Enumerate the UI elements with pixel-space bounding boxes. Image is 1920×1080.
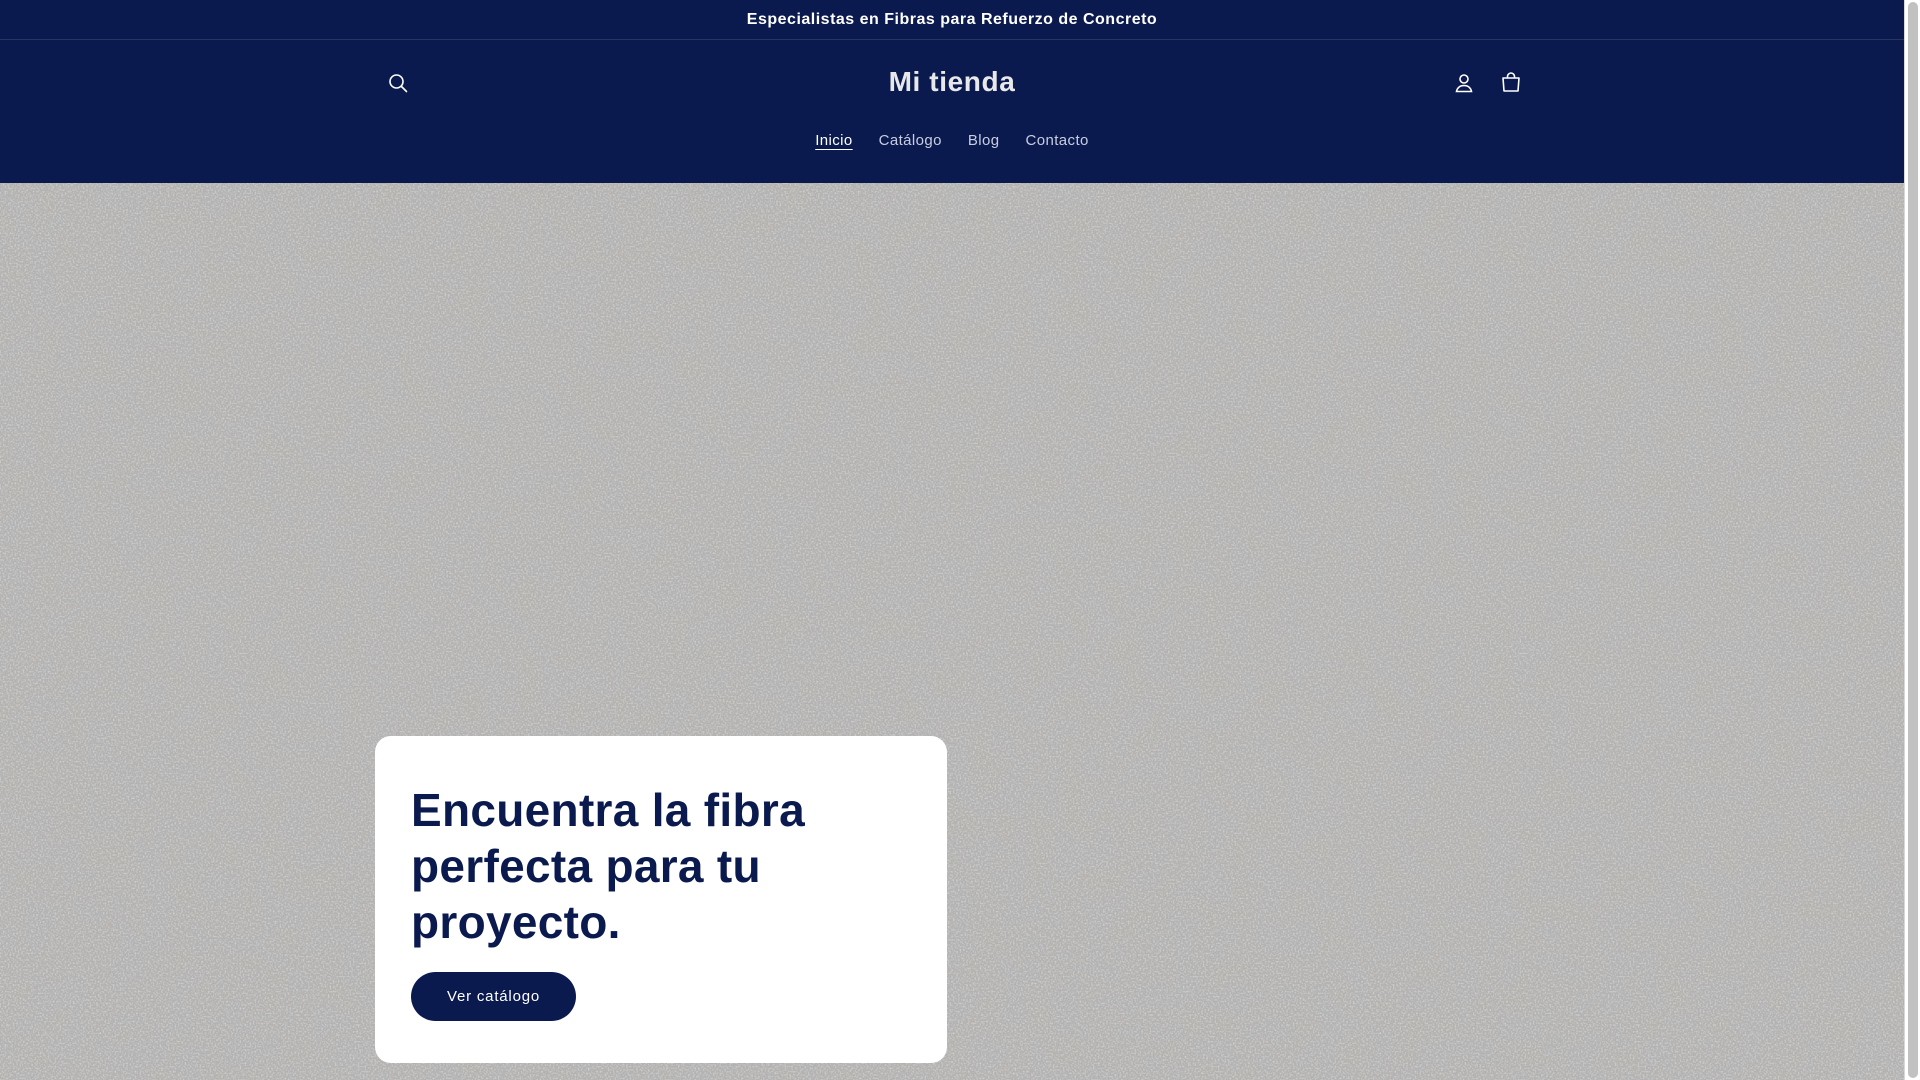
- nav-link-catalogo[interactable]: Catálogo: [879, 128, 942, 153]
- hero-banner: Encuentra la fibra perfecta para tu proy…: [0, 183, 1904, 1080]
- hero-title: Encuentra la fibra perfecta para tu proy…: [411, 784, 805, 948]
- announcement-text: Especialistas en Fibras para Refuerzo de…: [746, 10, 1158, 28]
- nav-link-contacto[interactable]: Contacto: [1026, 128, 1089, 153]
- page-scrollbar[interactable]: [1904, 0, 1920, 1080]
- site-header: Mi tienda Inicio Catálogo Blog Contacto: [0, 40, 1904, 183]
- hero-image: [0, 183, 1904, 1080]
- store-logo[interactable]: Mi tienda: [0, 66, 1904, 98]
- scrollbar-thumb[interactable]: [1908, 2, 1918, 1078]
- main-nav: Inicio Catálogo Blog Contacto: [0, 128, 1904, 153]
- cart-icon[interactable]: [1489, 61, 1533, 105]
- hero-card: Encuentra la fibra perfecta para tu proy…: [375, 736, 947, 1063]
- view-catalog-button[interactable]: Ver catálogo: [411, 972, 576, 1021]
- announcement-bar: Especialistas en Fibras para Refuerzo de…: [0, 0, 1904, 40]
- nav-link-blog[interactable]: Blog: [968, 128, 1000, 153]
- user-icon[interactable]: [1442, 61, 1486, 105]
- page-content: Especialistas en Fibras para Refuerzo de…: [0, 0, 1904, 1080]
- nav-link-inicio[interactable]: Inicio: [815, 128, 852, 153]
- page: Especialistas en Fibras para Refuerzo de…: [0, 0, 1920, 1080]
